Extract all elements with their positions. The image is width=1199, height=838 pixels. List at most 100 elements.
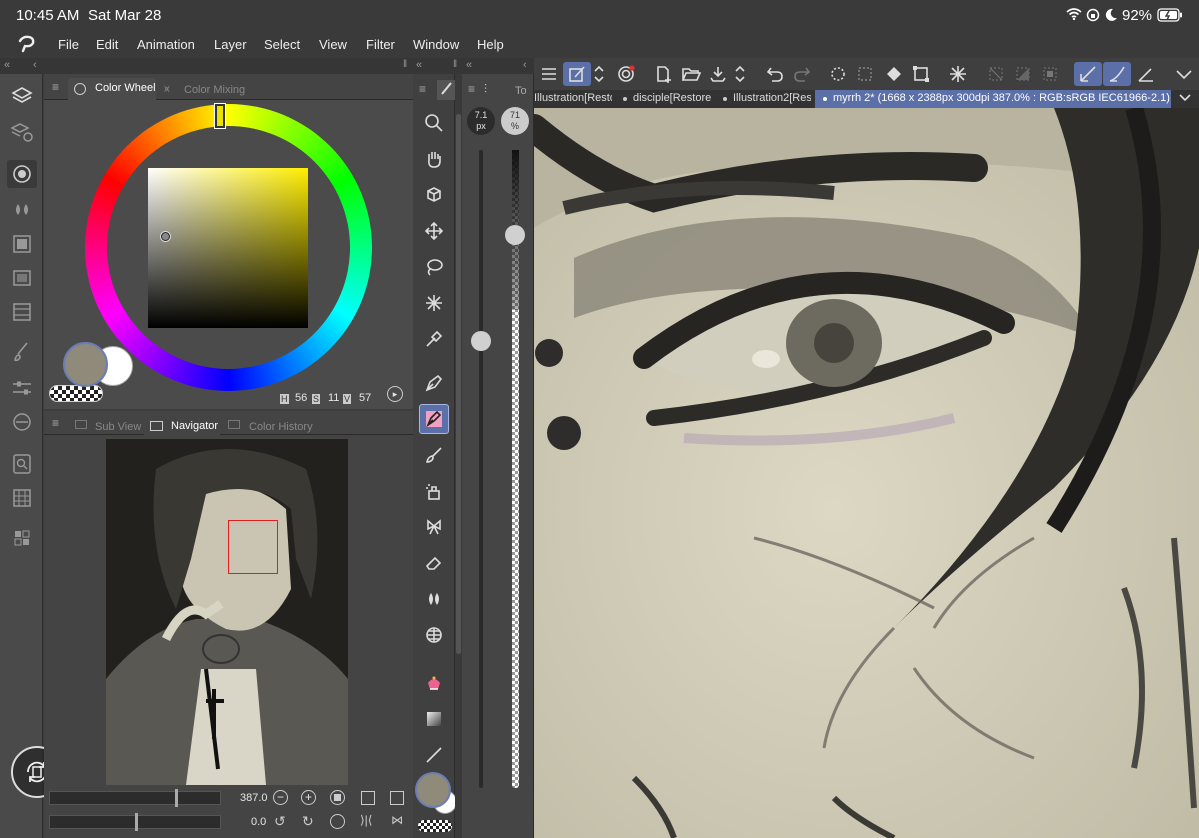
fit-navigator-icon[interactable] (361, 791, 375, 805)
flip-horizontal-icon[interactable]: ⟩|⟨ (360, 813, 372, 827)
save-icon[interactable] (706, 62, 730, 86)
tool-property-icon[interactable] (7, 374, 37, 402)
zoom-in-icon[interactable]: + (301, 790, 316, 805)
opacity-slider[interactable] (512, 150, 519, 788)
document-tab-2[interactable]: disciple[Restore (633, 92, 711, 104)
color-mixing-icon[interactable] (7, 196, 37, 224)
auto-select-tool-icon[interactable] (419, 288, 449, 318)
main-color-swatch[interactable] (63, 342, 108, 387)
panel-menu-icon[interactable]: ≡ (52, 80, 59, 94)
expand-toggle-icon[interactable] (592, 62, 606, 86)
reset-rotation-icon[interactable] (330, 814, 345, 829)
brush-size-slider[interactable] (479, 150, 483, 788)
zoom-slider-handle[interactable] (175, 789, 178, 807)
show-selection-icon[interactable] (1038, 62, 1062, 86)
clear-icon[interactable] (826, 62, 850, 86)
actual-size-icon[interactable] (330, 790, 345, 805)
fill-tool-icon[interactable] (419, 620, 449, 650)
rotate-right-icon[interactable]: ↻ (302, 813, 314, 830)
tool-transparent-swatch[interactable] (418, 820, 452, 832)
transform-icon[interactable] (909, 62, 933, 86)
fit-canvas-icon[interactable] (390, 791, 404, 805)
gradient-tool-icon[interactable] (419, 668, 449, 698)
blend-tool-icon[interactable] (419, 584, 449, 614)
color-set-icon[interactable] (7, 230, 37, 258)
zoom-slider[interactable] (49, 789, 221, 807)
menu-layer[interactable]: Layer (214, 37, 247, 52)
panel-grip-icon[interactable]: ‖ (403, 59, 407, 70)
chevron-left-icon-2[interactable]: ‹ (523, 59, 527, 71)
lasso-tool-icon[interactable] (419, 252, 449, 282)
new-file-icon[interactable] (651, 62, 675, 86)
menu-help[interactable]: Help (477, 37, 504, 52)
tool-main-color-swatch[interactable] (415, 772, 451, 808)
menu-view[interactable]: View (319, 37, 347, 52)
sub-tool-brush-icon[interactable] (7, 338, 37, 366)
tab-sub-view[interactable]: Sub View (95, 421, 141, 433)
brush-size-handle[interactable] (471, 331, 491, 352)
object-tool-icon[interactable] (419, 180, 449, 210)
tabs-chevron-down-icon[interactable] (1178, 92, 1192, 107)
menu-edit[interactable]: Edit (96, 37, 118, 52)
pen-tool-icon[interactable] (419, 368, 449, 398)
snap-special-ruler-icon[interactable] (1134, 62, 1158, 86)
panel-menu-icon-3[interactable]: ≡ (419, 82, 426, 96)
undo-icon[interactable] (763, 62, 787, 86)
brush-tool-icon[interactable] (419, 440, 449, 470)
color-mode-toggle-icon[interactable]: ▸ (387, 386, 403, 402)
panel-grip-icon-2[interactable]: ‖ (453, 59, 457, 70)
stabilization-icon[interactable] (1074, 62, 1102, 86)
menu-select[interactable]: Select (264, 37, 300, 52)
chevron-left-icon[interactable]: ‹ (33, 59, 37, 71)
intermediate-color-icon[interactable] (7, 264, 37, 292)
app-logo-icon[interactable] (17, 35, 37, 56)
opacity-handle[interactable] (505, 225, 525, 246)
tab-tool-label[interactable]: To (515, 85, 527, 97)
document-tab-active[interactable]: myrrh 2* (1668 x 2388px 300dpi 387.0% : … (815, 90, 1171, 108)
hand-tool-icon[interactable] (419, 144, 449, 174)
menu-animation[interactable]: Animation (137, 37, 195, 52)
transparent-color-swatch[interactable] (49, 385, 103, 402)
rotation-slider-handle[interactable] (135, 813, 138, 831)
fill-selection-icon[interactable] (882, 62, 906, 86)
airbrush-tool-icon[interactable] (419, 476, 449, 506)
zoom-tool-icon[interactable] (419, 108, 449, 138)
navigator-preview[interactable] (106, 439, 348, 785)
saturation-value-square[interactable] (148, 168, 308, 328)
move-layer-tool-icon[interactable] (419, 216, 449, 246)
chevron-down-icon[interactable] (1172, 62, 1196, 86)
eraser-tool-icon[interactable] (419, 548, 449, 578)
menu-filter[interactable]: Filter (366, 37, 395, 52)
tab-color-mixing[interactable]: Color Mixing (184, 84, 245, 96)
tab-color-wheel[interactable]: Color Wheel (68, 78, 156, 100)
edit-mode-icon[interactable] (563, 62, 591, 86)
open-folder-icon[interactable] (679, 62, 703, 86)
tab-navigator[interactable]: Navigator (144, 415, 220, 435)
flip-vertical-icon[interactable]: ⋈ (391, 813, 403, 827)
menu-window[interactable]: Window (413, 37, 459, 52)
pencil-tool-icon[interactable] (419, 404, 449, 434)
drawing-canvas[interactable] (534, 108, 1199, 838)
decoration-tool-icon[interactable] (419, 512, 449, 542)
snap-ruler-icon[interactable] (1103, 62, 1131, 86)
menu-file[interactable]: File (58, 37, 79, 52)
layer-stack-icon[interactable] (7, 82, 37, 110)
tool-tab-icon[interactable] (437, 80, 455, 100)
hue-selector[interactable] (214, 103, 226, 129)
save-options-toggle-icon[interactable] (733, 62, 747, 86)
quick-access-icon[interactable] (7, 524, 37, 552)
color-wheel-panel-icon[interactable] (7, 160, 37, 188)
tool-palette-scrollbar[interactable] (455, 74, 462, 838)
rotation-slider[interactable] (49, 813, 221, 831)
document-tab-3[interactable]: Illustration2[Res (733, 92, 811, 104)
gradient-fill-icon[interactable] (419, 704, 449, 734)
document-tab-1[interactable]: Illustration[Resto (534, 92, 612, 104)
redo-icon[interactable] (790, 62, 814, 86)
invert-selection-icon[interactable] (1011, 62, 1035, 86)
collapse-left-icon-2[interactable]: « (416, 59, 422, 71)
approx-color-icon[interactable] (7, 298, 37, 326)
cloud-sync-icon[interactable] (614, 62, 638, 86)
sv-picker-cursor[interactable] (161, 232, 170, 241)
figure-tool-icon[interactable] (419, 740, 449, 770)
collapse-left-icon-3[interactable]: « (466, 59, 472, 71)
